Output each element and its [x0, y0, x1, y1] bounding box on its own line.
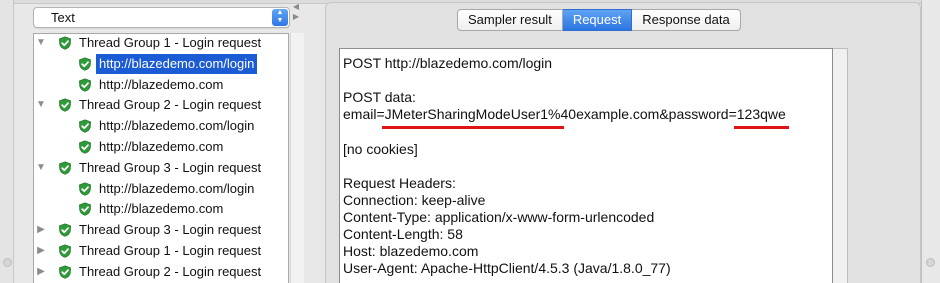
tree-node-thread-group[interactable]: ▶ Thread Group 2 - Login request [34, 262, 288, 282]
header-connection: Connection: keep-alive [343, 192, 486, 208]
text-scrollbar[interactable] [833, 48, 848, 283]
splitter-arrows[interactable]: ◀ ▶ [291, 2, 301, 22]
select-arrows-icon: ▲ ▼ [272, 9, 288, 26]
tree-node-label: http://blazedemo.com/login [99, 180, 255, 196]
tree-node-thread-group[interactable]: ▶ Thread Group 3 - Login request [34, 220, 288, 240]
tree-node-label: Thread Group 2 - Login request [79, 263, 262, 279]
tree-node-label: Thread Group 3 - Login request [79, 222, 262, 238]
tree-node-label: Thread Group 3 - Login request [79, 159, 262, 175]
success-shield-icon [78, 78, 92, 92]
tree-node-label: Thread Group 2 - Login request [79, 97, 262, 113]
password-value: 123qwe [736, 106, 786, 122]
tree-node-sample[interactable]: http://blazedemo.com/login [34, 179, 288, 199]
success-shield-icon [58, 223, 72, 237]
success-shield-icon [58, 265, 72, 279]
tree-node-thread-group[interactable]: ▶ Thread Group 1 - Login request [34, 241, 288, 261]
header-host: Host: blazedemo.com [343, 243, 479, 259]
headers-label: Request Headers: [343, 175, 456, 191]
expand-right-icon[interactable]: ▶ [291, 12, 301, 22]
success-shield-icon [78, 119, 92, 133]
tree-node-thread-group[interactable]: ▼ Thread Group 2 - Login request [34, 95, 288, 115]
header-user-agent: User-Agent: Apache-HttpClient/4.5.3 (Jav… [343, 260, 671, 276]
disclosure-expanded-icon[interactable]: ▼ [35, 158, 47, 178]
header-content-type: Content-Type: application/x-www-form-url… [343, 209, 655, 225]
success-shield-icon [58, 36, 72, 50]
tree-node-label: Thread Group 1 - Login request [79, 243, 262, 258]
success-shield-icon [78, 57, 92, 71]
success-shield-icon [78, 182, 92, 196]
sample-results-tree[interactable]: ▼ Thread Group 1 - Login request http://bl… [33, 33, 289, 283]
tree-node-thread-group[interactable]: ▼ Thread Group 1 - Login request [34, 34, 288, 53]
email-value: JMeterSharingModeUser1% [384, 106, 561, 122]
post-data-label: POST data: [343, 89, 416, 105]
tree-node-sample[interactable]: http://blazedemo.com [34, 199, 288, 219]
success-shield-icon [78, 202, 92, 217]
disclosure-expanded-icon[interactable]: ▼ [35, 95, 47, 115]
post-data-body: email=JMeterSharingModeUser1%40example.c… [343, 106, 786, 123]
post-password-key: 40example.com&password= [560, 106, 737, 122]
tab-response-data[interactable]: Response data [632, 9, 741, 31]
right-window-border [921, 0, 940, 283]
tree-node-label: Thread Group 1 - Login request [79, 35, 262, 50]
success-shield-icon [78, 140, 92, 154]
disclosure-collapsed-icon[interactable]: ▶ [35, 241, 47, 261]
success-shield-icon [58, 161, 72, 175]
tree-node-sample[interactable]: http://blazedemo.com [34, 75, 288, 95]
disclosure-collapsed-icon[interactable]: ▶ [35, 262, 47, 282]
tree-node-label: http://blazedemo.com/login [96, 53, 258, 74]
collapse-left-icon[interactable]: ◀ [291, 2, 301, 12]
renderer-select-value: Text [51, 10, 75, 25]
password-underline [733, 126, 789, 129]
tree-node-label: http://blazedemo.com [99, 76, 224, 92]
email-underline [381, 126, 564, 129]
resize-grip-left[interactable] [3, 258, 12, 267]
detail-tabs: Sampler result Request Response data [457, 9, 741, 31]
tree-node-thread-group[interactable]: ▼ Thread Group 3 - Login request [34, 158, 288, 178]
resize-grip-right[interactable] [926, 258, 935, 267]
request-text-area[interactable]: POST http://blazedemo.com/login POST dat… [339, 48, 833, 283]
tree-node-label: http://blazedemo.com [99, 139, 224, 154]
tree-node-sample[interactable]: http://blazedemo.com/login [34, 53, 288, 74]
tree-node-sample[interactable]: http://blazedemo.com/login [34, 116, 288, 136]
cookies-line: [no cookies] [343, 141, 418, 157]
tree-node-label: http://blazedemo.com [99, 201, 224, 217]
disclosure-expanded-icon[interactable]: ▼ [35, 34, 47, 53]
tab-request[interactable]: Request [562, 9, 633, 31]
tree-node-label: http://blazedemo.com/login [99, 118, 255, 134]
success-shield-icon [58, 244, 72, 258]
request-line: POST http://blazedemo.com/login [343, 55, 553, 71]
tree-scrollbar[interactable] [290, 33, 304, 283]
tree-node-sample[interactable]: http://blazedemo.com [34, 137, 288, 157]
success-shield-icon [58, 98, 72, 113]
tab-sampler-result[interactable]: Sampler result [457, 9, 563, 31]
header-content-length: Content-Length: 58 [343, 226, 463, 242]
renderer-select[interactable]: Text ▲ ▼ [33, 7, 290, 28]
post-email-key: email= [343, 106, 385, 122]
left-window-border [0, 0, 14, 283]
disclosure-collapsed-icon[interactable]: ▶ [35, 220, 47, 240]
